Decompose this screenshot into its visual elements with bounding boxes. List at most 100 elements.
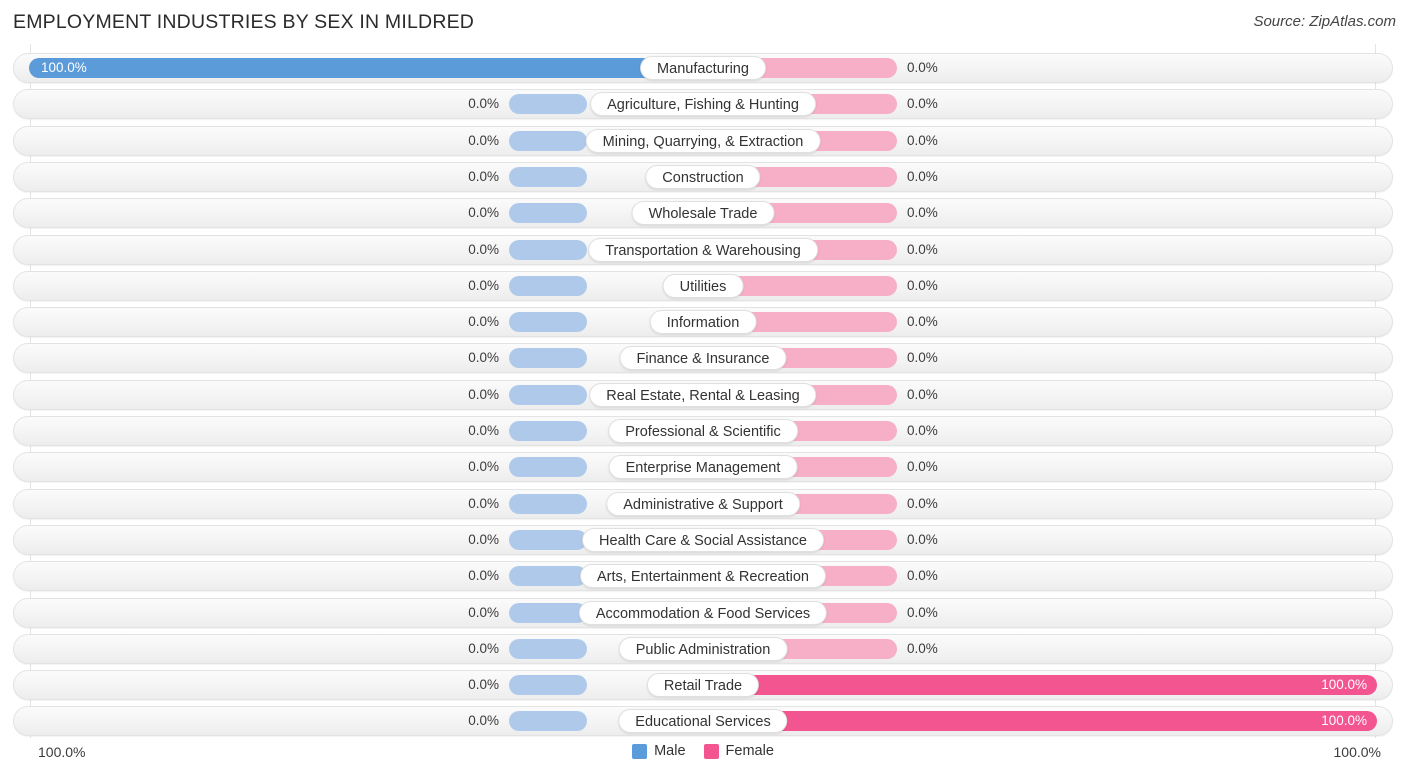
bar-value-male: 0.0%	[468, 132, 499, 148]
bar-row[interactable]: 0.0% 0.0% Mining, Quarrying, & Extraction	[13, 125, 1393, 156]
category-label: Construction	[645, 164, 761, 189]
chart-header: EMPLOYMENT INDUSTRIES BY SEX IN MILDRED …	[0, 0, 1406, 44]
bar-value-female: 0.0%	[907, 604, 938, 620]
bar-male	[509, 638, 587, 659]
legend-label-male: Male	[654, 743, 686, 759]
category-label: Manufacturing	[640, 56, 766, 80]
bar-row[interactable]: 0.0% 0.0% Health Care & Social Assistance	[13, 524, 1393, 555]
bar-male	[509, 348, 587, 369]
bar-value-male: 0.0%	[468, 241, 499, 257]
bar-row[interactable]: 0.0% 0.0% Professional & Scientific	[13, 416, 1393, 446]
bar-male	[509, 566, 587, 587]
category-label: Accommodation & Food Services	[578, 600, 828, 625]
bar-male	[509, 275, 587, 296]
bar-value-female: 0.0%	[907, 495, 938, 511]
bar-row[interactable]: 0.0% 0.0% Wholesale Trade	[13, 198, 1393, 229]
bar-row[interactable]: 0.0% 0.0% Construction	[13, 161, 1393, 192]
bar-value-male: 0.0%	[468, 459, 499, 475]
category-label: Retail Trade	[646, 673, 760, 698]
category-label: Wholesale Trade	[631, 201, 775, 226]
bar-row[interactable]: 0.0% 0.0% Transportation & Warehousing	[13, 234, 1393, 265]
bar-value-female: 0.0%	[907, 350, 938, 366]
bar-female	[709, 711, 1377, 732]
bar-male	[29, 58, 697, 78]
bar-male	[509, 94, 587, 115]
bar-value-male: 0.0%	[468, 386, 499, 402]
category-label: Professional & Scientific	[608, 419, 798, 443]
bar-male	[509, 384, 587, 405]
bar-male	[509, 166, 587, 187]
bar-row[interactable]: 0.0% 0.0% Finance & Insurance	[13, 343, 1393, 374]
category-label: Enterprise Management	[608, 455, 798, 480]
category-label: Utilities	[662, 273, 744, 298]
bar-value-male: 0.0%	[468, 677, 499, 693]
bar-value-male: 0.0%	[468, 314, 499, 330]
bar-male	[509, 312, 587, 333]
category-label: Health Care & Social Assistance	[582, 527, 824, 552]
bar-male	[509, 457, 587, 478]
category-label: Educational Services	[618, 709, 788, 734]
bar-row[interactable]: 0.0% 0.0% Utilities	[13, 270, 1393, 301]
legend-swatch-male-icon	[632, 743, 648, 759]
bar-row[interactable]: 0.0% 100.0% Educational Services	[13, 706, 1393, 737]
bar-value-male: 100.0%	[41, 60, 87, 75]
bar-row[interactable]: 100.0% 0.0% Manufacturing	[13, 53, 1393, 83]
category-label: Transportation & Warehousing	[588, 237, 818, 262]
bar-value-male: 0.0%	[468, 640, 499, 656]
bar-male	[509, 239, 587, 260]
category-label: Arts, Entertainment & Recreation	[580, 564, 826, 589]
bar-row[interactable]: 0.0% 0.0% Information	[13, 307, 1393, 338]
bar-value-female: 0.0%	[907, 96, 938, 112]
bar-value-female: 100.0%	[1321, 713, 1367, 729]
bar-value-male: 0.0%	[468, 568, 499, 584]
bar-value-male: 0.0%	[468, 713, 499, 729]
bar-male	[509, 493, 587, 514]
bar-row[interactable]: 0.0% 0.0% Public Administration	[13, 633, 1393, 664]
chart-footer: 100.0% 100.0% Male Female	[0, 738, 1406, 776]
bar-value-male: 0.0%	[468, 205, 499, 221]
category-label: Mining, Quarrying, & Extraction	[585, 128, 821, 153]
bar-row[interactable]: 0.0% 0.0% Accommodation & Food Services	[13, 597, 1393, 628]
category-label: Information	[649, 310, 757, 335]
bar-value-female: 0.0%	[907, 568, 938, 584]
category-label: Administrative & Support	[606, 491, 800, 516]
bar-value-male: 0.0%	[468, 96, 499, 112]
legend-item-male[interactable]: Male	[632, 743, 686, 759]
bar-row[interactable]: 0.0% 0.0% Enterprise Management	[13, 452, 1393, 483]
bar-row[interactable]: 0.0% 0.0% Administrative & Support	[13, 488, 1393, 519]
bar-female	[709, 675, 1377, 696]
bar-value-male: 0.0%	[468, 277, 499, 293]
bar-value-female: 0.0%	[907, 423, 938, 438]
bar-value-male: 0.0%	[468, 495, 499, 511]
category-label: Finance & Insurance	[619, 346, 787, 371]
bar-row[interactable]: 0.0% 0.0% Arts, Entertainment & Recreation	[13, 561, 1393, 592]
legend-swatch-female-icon	[703, 743, 719, 759]
category-label: Public Administration	[618, 636, 788, 661]
bar-value-female: 0.0%	[907, 132, 938, 148]
bar-value-female: 0.0%	[907, 640, 938, 656]
bar-value-female: 0.0%	[907, 386, 938, 402]
category-label: Real Estate, Rental & Leasing	[589, 382, 817, 407]
bar-value-female: 0.0%	[907, 277, 938, 293]
chart-plot-area: 100.0% 0.0% Manufacturing 0.0% 0.0% Agricultu…	[0, 44, 1406, 738]
bar-value-female: 0.0%	[907, 60, 938, 75]
bar-value-female: 0.0%	[907, 459, 938, 475]
legend-label-female: Female	[725, 743, 774, 759]
source-attribution: Source: ZipAtlas.com	[1253, 13, 1396, 30]
bar-row[interactable]: 0.0% 100.0% Retail Trade	[13, 670, 1393, 701]
bar-value-male: 0.0%	[468, 531, 499, 547]
bar-male	[509, 529, 587, 550]
bar-value-female: 100.0%	[1321, 677, 1367, 693]
category-label: Agriculture, Fishing & Hunting	[590, 92, 816, 117]
bar-value-male: 0.0%	[468, 168, 499, 184]
bar-male	[509, 711, 587, 732]
bar-row[interactable]: 0.0% 0.0% Agriculture, Fishing & Hunting	[13, 89, 1393, 120]
bar-value-female: 0.0%	[907, 205, 938, 221]
bar-value-female: 0.0%	[907, 314, 938, 330]
bar-value-male: 0.0%	[468, 423, 499, 438]
bar-male	[509, 421, 587, 441]
legend-item-female[interactable]: Female	[703, 743, 774, 759]
bar-value-male: 0.0%	[468, 604, 499, 620]
bar-row[interactable]: 0.0% 0.0% Real Estate, Rental & Leasing	[13, 379, 1393, 410]
bar-male	[509, 675, 587, 696]
